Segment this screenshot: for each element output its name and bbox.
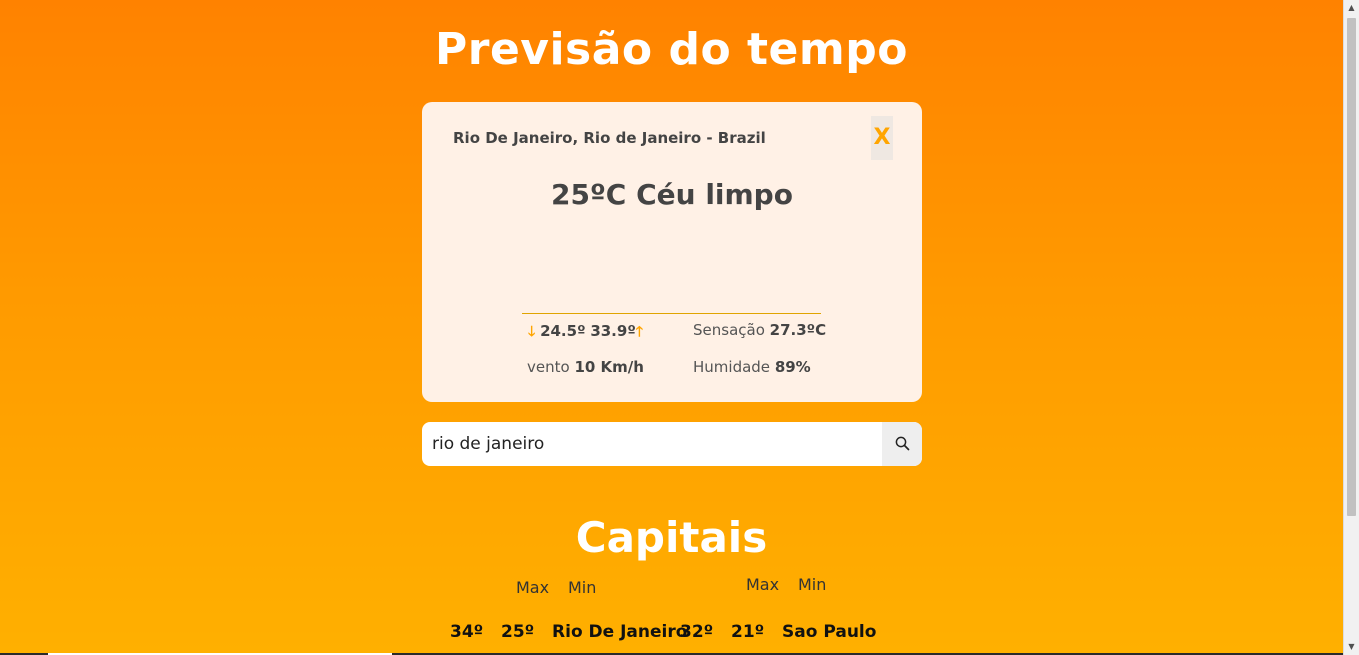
capital-city: Rio De Janeiro — [552, 622, 688, 642]
divider — [522, 313, 821, 314]
scroll-up-icon[interactable]: ▲ — [1344, 0, 1359, 16]
weather-description: Céu limpo — [636, 178, 793, 211]
temperature-value: 25ºC — [551, 178, 627, 211]
vertical-scrollbar[interactable]: ▲ ▼ — [1343, 0, 1359, 655]
capital-row: 34º 25º Rio De Janeiro — [450, 622, 687, 642]
humidity-value: 89% — [774, 358, 811, 376]
capital-max: 34º — [450, 622, 484, 642]
feels-like: Sensação 27.3ºC — [693, 321, 826, 339]
location-label: Rio De Janeiro, Rio de Janeiro - Brazil — [453, 129, 766, 147]
capital-min: 21º — [731, 622, 765, 642]
humidity-label: Humidade — [693, 358, 771, 376]
min-max-temperature: 🡓 24.5º 33.9º🡑 — [528, 321, 643, 345]
min-temperature: 24.5º — [540, 322, 586, 340]
scroll-down-icon[interactable]: ▼ — [1344, 639, 1359, 655]
humidity: Humidade 89% — [693, 358, 811, 376]
column-header-max: Max — [516, 578, 550, 597]
search-bar — [422, 422, 922, 466]
moon-icon — [662, 261, 673, 283]
capitals-title: Capitais — [575, 513, 768, 562]
wind-value: 10 Km/h — [574, 358, 644, 376]
page-content: Previsão do tempo Rio De Janeiro, Rio de… — [0, 0, 1343, 655]
arrow-down-icon: 🡓 — [528, 324, 536, 340]
feels-like-label: Sensação — [693, 321, 765, 339]
capital-city: Sao Paulo — [782, 622, 877, 642]
column-header-min: Min — [568, 578, 597, 597]
feels-like-value: 27.3ºC — [769, 321, 827, 339]
weather-card: Rio De Janeiro, Rio de Janeiro - Brazil … — [422, 102, 922, 402]
column-header-max: Max — [746, 575, 780, 594]
capital-min: 25º — [501, 622, 535, 642]
close-button[interactable]: X — [871, 116, 893, 160]
max-temperature: 33.9º — [590, 322, 636, 340]
wind: vento 10 Km/h — [527, 358, 644, 376]
search-input[interactable] — [422, 422, 882, 466]
column-header-min: Min — [798, 575, 827, 594]
search-button[interactable] — [882, 422, 922, 466]
temperature-summary: 25ºC Céu limpo — [422, 178, 922, 211]
capital-max: 32º — [680, 622, 714, 642]
capital-row: 32º 21º Sao Paulo — [680, 622, 876, 642]
wind-label: vento — [527, 358, 570, 376]
page-title: Previsão do tempo — [435, 24, 908, 75]
scrollbar-thumb[interactable] — [1347, 18, 1356, 516]
arrow-up-icon: 🡑 — [635, 324, 644, 340]
search-icon — [895, 436, 910, 451]
